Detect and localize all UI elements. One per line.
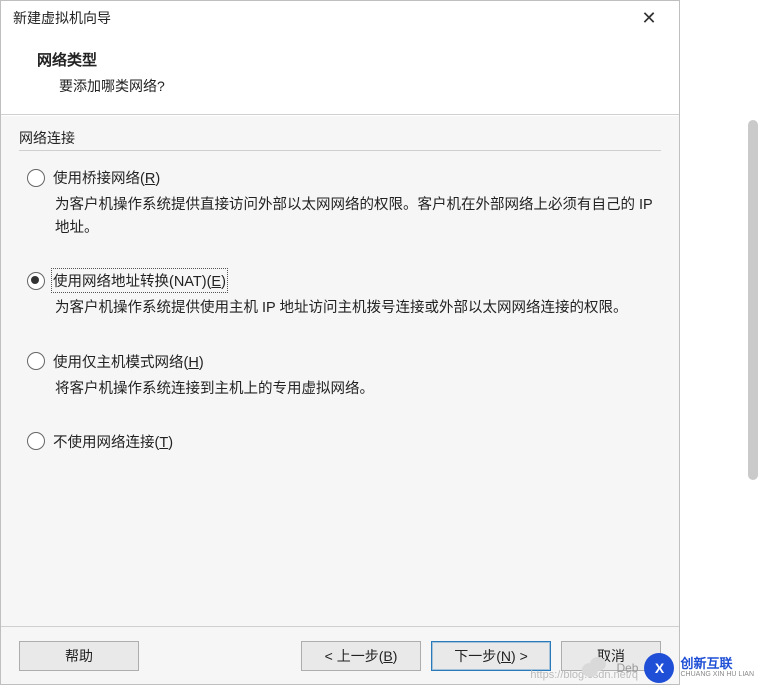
label-bridged: 使用桥接网络(R) xyxy=(53,167,160,188)
page-title: 网络类型 xyxy=(37,49,659,70)
radio-none[interactable] xyxy=(27,432,45,450)
chat-text: Deb xyxy=(616,661,638,675)
desc-hostonly: 将客户机操作系统连接到主机上的专用虚拟网络。 xyxy=(55,378,655,401)
watermark-block: Deb X 创新互联 CHUANG XIN HU LIAN xyxy=(582,653,754,683)
chat-icon xyxy=(582,657,608,679)
desc-bridged: 为客户机操作系统提供直接访问外部以太网网络的权限。客户机在外部网络上必须有自己的… xyxy=(55,194,655,240)
watermark-text-top: 创新互联 xyxy=(680,657,754,671)
help-button[interactable]: 帮助 xyxy=(19,641,139,671)
radio-hostonly[interactable] xyxy=(27,352,45,370)
page-scrollbar-thumb[interactable] xyxy=(748,120,758,480)
wizard-body: 网络连接 使用桥接网络(R) 为客户机操作系统提供直接访问外部以太网网络的权限。… xyxy=(1,115,679,626)
wizard-window: 新建虚拟机向导 ✕ 网络类型 要添加哪类网络? 网络连接 使用桥接网络(R) 为… xyxy=(0,0,680,685)
radio-bridged[interactable] xyxy=(27,169,45,187)
watermark-text: 创新互联 CHUANG XIN HU LIAN xyxy=(680,657,754,679)
back-button[interactable]: < 上一步(B) xyxy=(301,641,421,671)
window-title: 新建虚拟机向导 xyxy=(13,8,111,28)
page-subtitle: 要添加哪类网络? xyxy=(59,76,659,96)
watermark-text-bottom: CHUANG XIN HU LIAN xyxy=(680,671,754,679)
groupbox-divider xyxy=(19,150,661,151)
option-nat[interactable]: 使用网络地址转换(NAT)(E) 为客户机操作系统提供使用主机 IP 地址访问主… xyxy=(27,270,661,320)
wizard-header: 网络类型 要添加哪类网络? xyxy=(1,35,679,115)
desc-nat: 为客户机操作系统提供使用主机 IP 地址访问主机拨号连接或外部以太网网络连接的权… xyxy=(55,297,655,320)
logo-icon: X xyxy=(644,653,674,683)
close-icon[interactable]: ✕ xyxy=(629,9,669,27)
option-hostonly[interactable]: 使用仅主机模式网络(H) 将客户机操作系统连接到主机上的专用虚拟网络。 xyxy=(27,351,661,401)
option-none[interactable]: 不使用网络连接(T) xyxy=(27,431,661,452)
option-bridged[interactable]: 使用桥接网络(R) 为客户机操作系统提供直接访问外部以太网网络的权限。客户机在外… xyxy=(27,167,661,240)
network-groupbox: 网络连接 使用桥接网络(R) 为客户机操作系统提供直接访问外部以太网网络的权限。… xyxy=(19,128,661,452)
label-none: 不使用网络连接(T) xyxy=(53,431,173,452)
next-button[interactable]: 下一步(N) > xyxy=(431,641,551,671)
label-nat: 使用网络地址转换(NAT)(E) xyxy=(53,270,226,291)
label-hostonly: 使用仅主机模式网络(H) xyxy=(53,351,204,372)
titlebar: 新建虚拟机向导 ✕ xyxy=(1,1,679,35)
radio-nat[interactable] xyxy=(27,272,45,290)
groupbox-title: 网络连接 xyxy=(19,128,661,148)
